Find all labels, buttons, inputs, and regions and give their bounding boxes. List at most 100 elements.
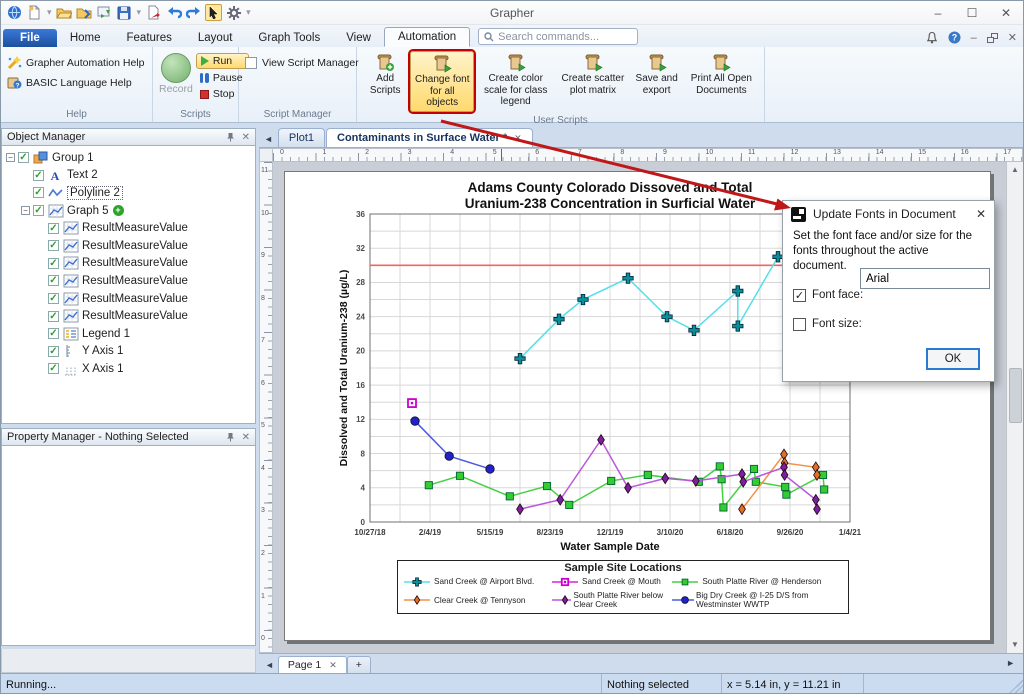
- redo-icon[interactable]: [185, 4, 202, 21]
- print-all-open-documents-button[interactable]: Print All Open Documents: [685, 51, 758, 98]
- doc-tab-contaminants[interactable]: Contaminants in Surface Water * ✕: [326, 128, 533, 147]
- add-scripts-button[interactable]: Add Scripts: [363, 51, 407, 98]
- ruler-number: 14: [876, 149, 884, 156]
- view-script-manager-checkbox[interactable]: View Script Manager: [245, 51, 359, 69]
- visibility-checkbox[interactable]: ✓: [48, 258, 59, 269]
- visibility-checkbox[interactable]: ✓: [18, 152, 29, 163]
- tree-item-resultmeasurevalue[interactable]: ✓ResultMeasureValue: [2, 307, 255, 325]
- doc-tab-plot1[interactable]: Plot1: [278, 128, 325, 147]
- tree-item-resultmeasurevalue[interactable]: ✓ResultMeasureValue: [2, 237, 255, 255]
- dialog-title-bar[interactable]: Update Fonts in Document ✕: [783, 201, 994, 227]
- tab-graph-tools[interactable]: Graph Tools: [245, 29, 333, 47]
- scrollbar-thumb[interactable]: [1009, 368, 1022, 423]
- new-document-dropdown[interactable]: ▾: [47, 7, 52, 18]
- doc-tab-scroll-left-icon[interactable]: ◄: [261, 134, 278, 147]
- font-face-input[interactable]: [860, 268, 990, 289]
- customize-qat-icon[interactable]: ▾: [246, 7, 251, 18]
- tab-view[interactable]: View: [333, 29, 384, 47]
- save-dropdown[interactable]: ▾: [137, 7, 142, 18]
- tree-item-resultmeasurevalue[interactable]: ✓ResultMeasureValue: [2, 290, 255, 308]
- page-1-tab[interactable]: Page 1 ✕: [278, 656, 347, 673]
- ruler-number: 13: [833, 149, 841, 156]
- close-page-icon[interactable]: ✕: [329, 660, 337, 671]
- collapse-expander-icon[interactable]: −: [21, 206, 30, 215]
- maximize-button[interactable]: ☐: [955, 2, 989, 24]
- grapher-automation-help-button[interactable]: Grapher Automation Help: [7, 55, 144, 70]
- legend-icon: [62, 327, 79, 341]
- ribbon-minimize-icon[interactable]: –: [971, 32, 977, 44]
- page-tab-scroll-left-icon[interactable]: ◄: [263, 660, 278, 673]
- visibility-checkbox[interactable]: ✓: [33, 170, 44, 181]
- help-icon[interactable]: ?: [948, 31, 961, 44]
- visibility-checkbox[interactable]: ✓: [33, 205, 44, 216]
- tree-item-group-1[interactable]: −✓Group 1: [2, 149, 255, 167]
- visibility-checkbox[interactable]: ✓: [48, 363, 59, 374]
- tree-item-x-axis-1[interactable]: ✓X Axis 1: [2, 360, 255, 378]
- visibility-checkbox[interactable]: ✓: [48, 275, 59, 286]
- visibility-checkbox[interactable]: ✓: [48, 346, 59, 357]
- add-page-tab[interactable]: +: [347, 656, 371, 673]
- close-tab-icon[interactable]: ✕: [514, 133, 522, 144]
- tree-item-y-axis-1[interactable]: ✓Y Axis 1: [2, 343, 255, 361]
- open-online-icon[interactable]: [76, 4, 93, 21]
- tree-item-resultmeasurevalue[interactable]: ✓ResultMeasureValue: [2, 219, 255, 237]
- minimize-button[interactable]: –: [921, 2, 955, 24]
- collapse-expander-icon[interactable]: −: [6, 153, 15, 162]
- undo-icon[interactable]: [165, 4, 182, 21]
- options-gear-icon[interactable]: [225, 4, 242, 21]
- restore-window-icon[interactable]: [987, 33, 998, 43]
- visibility-checkbox[interactable]: ✓: [48, 311, 59, 322]
- close-document-icon[interactable]: ✕: [1008, 31, 1017, 44]
- open-file-icon[interactable]: [56, 4, 73, 21]
- vertical-scrollbar[interactable]: ▲ ▼: [1006, 162, 1023, 653]
- tree-item-text-2[interactable]: ✓AText 2: [2, 167, 255, 185]
- font-size-checkbox[interactable]: [793, 318, 806, 331]
- tab-layout[interactable]: Layout: [185, 29, 246, 47]
- create-scatter-matrix-button[interactable]: Create scatter plot matrix: [557, 51, 628, 98]
- visibility-checkbox[interactable]: ✓: [48, 293, 59, 304]
- tab-file[interactable]: File: [3, 29, 57, 47]
- close-button[interactable]: ✕: [989, 2, 1023, 24]
- pin-icon[interactable]: [226, 432, 235, 442]
- scroll-up-icon[interactable]: ▲: [1007, 162, 1023, 178]
- visibility-checkbox[interactable]: ✓: [48, 223, 59, 234]
- basic-language-help-button[interactable]: ? BASIC Language Help: [7, 75, 144, 90]
- reload-data-icon[interactable]: [96, 4, 113, 21]
- search-commands-input[interactable]: Search commands...: [478, 28, 638, 45]
- visibility-checkbox[interactable]: ✓: [48, 240, 59, 251]
- tree-item-polyline-2[interactable]: ✓Polyline 2: [2, 184, 255, 202]
- visibility-checkbox[interactable]: ✓: [48, 328, 59, 339]
- notification-bell-icon[interactable]: [926, 31, 938, 44]
- dialog-close-icon[interactable]: ✕: [976, 207, 986, 221]
- font-face-checkbox[interactable]: ✓: [793, 289, 806, 302]
- export-pdf-icon[interactable]: [145, 4, 162, 21]
- tab-home[interactable]: Home: [57, 29, 114, 47]
- tree-item-legend-1[interactable]: ✓Legend 1: [2, 325, 255, 343]
- save-icon[interactable]: [116, 4, 133, 21]
- tab-automation[interactable]: Automation: [384, 27, 470, 47]
- ruler-number: 2: [365, 149, 369, 156]
- resize-grip[interactable]: [1009, 674, 1023, 694]
- pin-icon[interactable]: [226, 132, 235, 142]
- new-document-icon[interactable]: [26, 4, 43, 21]
- record-button[interactable]: Record: [159, 51, 193, 95]
- ribbon-tab-row: File Home Features Layout Graph Tools Vi…: [1, 25, 1023, 47]
- page-tab-scroll-right-icon[interactable]: ►: [1004, 658, 1019, 671]
- visibility-checkbox[interactable]: ✓: [33, 187, 44, 198]
- grapher-logo-icon[interactable]: [6, 4, 23, 21]
- svg-text:12: 12: [356, 415, 365, 424]
- select-arrow-icon[interactable]: [205, 4, 222, 21]
- save-and-export-button[interactable]: Save and export: [632, 51, 682, 98]
- tree-item-resultmeasurevalue[interactable]: ✓ResultMeasureValue: [2, 272, 255, 290]
- scroll-down-icon[interactable]: ▼: [1007, 637, 1023, 653]
- close-panel-icon[interactable]: ✕: [242, 132, 250, 143]
- create-color-scale-button[interactable]: Create color scale for class legend: [477, 51, 554, 110]
- close-panel-icon[interactable]: ✕: [242, 432, 250, 443]
- svg-text:A: A: [51, 169, 60, 182]
- change-font-for-all-objects-button[interactable]: Change font for all objects: [410, 51, 474, 112]
- ok-button[interactable]: OK: [926, 348, 980, 370]
- tree-item-resultmeasurevalue[interactable]: ✓ResultMeasureValue: [2, 255, 255, 273]
- tab-features[interactable]: Features: [114, 29, 185, 47]
- tree-item-graph-5[interactable]: −✓Graph 5+: [2, 202, 255, 220]
- add-plot-badge-icon[interactable]: +: [113, 205, 124, 216]
